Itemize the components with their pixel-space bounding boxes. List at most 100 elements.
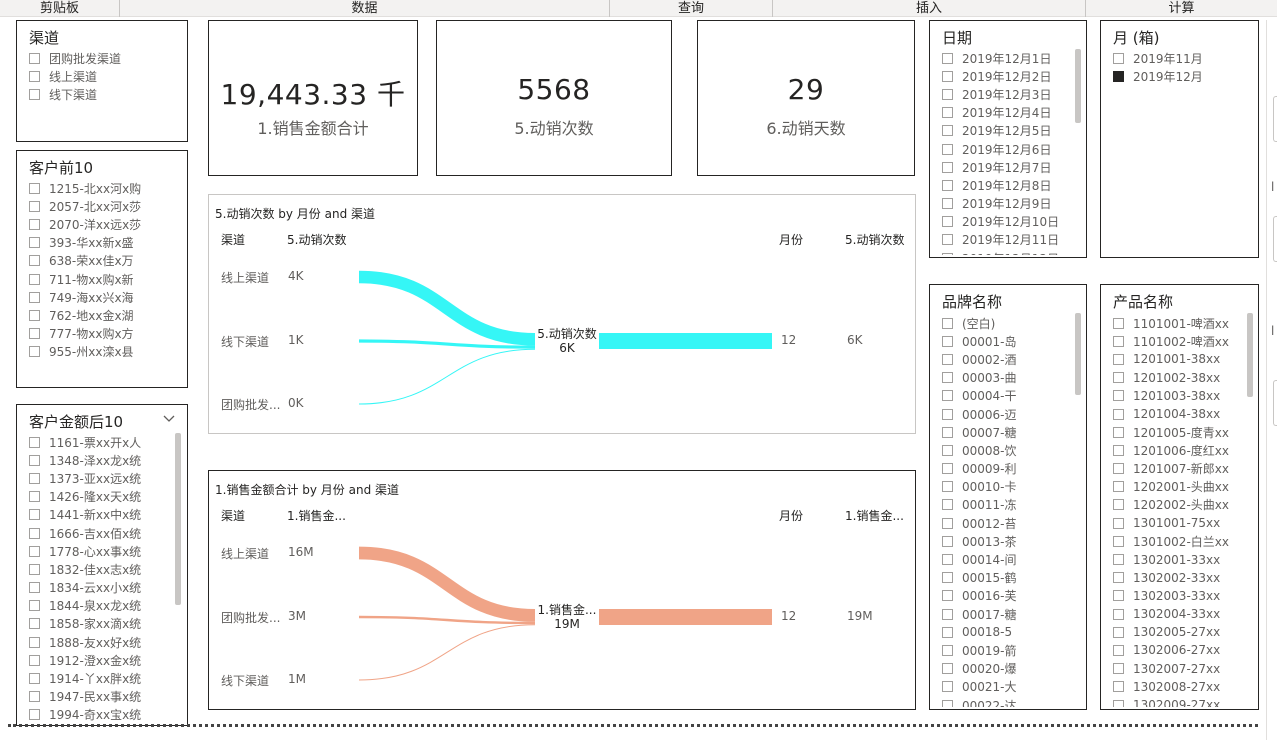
slicer-item[interactable]: 00002-酒 [942, 350, 1072, 368]
ribbon-group-insert[interactable]: 插入 [773, 0, 1086, 17]
slicer-item[interactable]: 00007-糖 [942, 423, 1072, 441]
checkbox[interactable] [29, 200, 40, 212]
slicer-item[interactable]: 00021-大 [942, 678, 1072, 696]
slicer-item[interactable]: 749-海xx兴x海 [29, 288, 173, 306]
checkbox[interactable] [29, 545, 40, 557]
scrollbar[interactable] [175, 433, 181, 605]
edge-tab[interactable] [1273, 380, 1277, 426]
checkbox[interactable] [942, 426, 953, 438]
slicer-item[interactable]: 1348-泽xx龙x统 [29, 451, 173, 469]
checkbox[interactable] [942, 390, 953, 402]
slicer-item[interactable]: 00009-利 [942, 460, 1072, 478]
slicer-item[interactable]: 1201001-38xx [1113, 350, 1244, 368]
slicer-item[interactable]: 1426-隆xx天x统 [29, 488, 173, 506]
slicer-item[interactable]: 1101002-啤酒xx [1113, 332, 1244, 350]
slicer-item[interactable]: 1201005-度青xx [1113, 423, 1244, 441]
checkbox[interactable] [1113, 372, 1124, 384]
checkbox[interactable] [1113, 335, 1124, 347]
sankey-link[interactable] [358, 270, 536, 346]
slicer-item[interactable]: 1302004-33xx [1113, 605, 1244, 623]
slicer-item[interactable]: 00015-鹤 [942, 569, 1072, 587]
checkbox[interactable] [29, 309, 40, 321]
checkbox[interactable] [942, 216, 953, 228]
slicer-item[interactable]: 1101001-啤酒xx [1113, 314, 1244, 332]
ribbon-group-clipboard[interactable]: 剪贴板 [0, 0, 120, 17]
checkbox[interactable] [942, 125, 953, 137]
checkbox[interactable] [1113, 463, 1124, 475]
slicer-item[interactable]: 2019年11月 [1113, 49, 1244, 67]
checkbox[interactable] [942, 572, 953, 584]
checkbox[interactable] [29, 52, 40, 64]
checkbox[interactable] [942, 372, 953, 384]
slicer-item[interactable]: 762-地xx金x湖 [29, 306, 173, 324]
slicer-item[interactable]: 00010-卡 [942, 478, 1072, 496]
sankey-target-bar[interactable] [599, 609, 772, 625]
checkbox[interactable] [942, 88, 953, 100]
checkbox[interactable] [1113, 317, 1124, 329]
checkbox[interactable] [29, 436, 40, 448]
slicer-item[interactable]: 00013-茶 [942, 532, 1072, 550]
checkbox[interactable] [1113, 535, 1124, 547]
scrollbar[interactable] [1075, 313, 1081, 395]
checkbox[interactable] [942, 590, 953, 602]
slicer-item[interactable]: 1302007-27xx [1113, 660, 1244, 678]
slicer-item[interactable]: 1844-泉xx龙x统 [29, 597, 173, 615]
checkbox[interactable] [29, 509, 40, 521]
slicer-item[interactable]: 1302002-33xx [1113, 569, 1244, 587]
checkbox[interactable] [29, 291, 40, 303]
checkbox[interactable] [1113, 52, 1124, 64]
checkbox[interactable] [942, 107, 953, 119]
ribbon-group-calc[interactable]: 计算 [1086, 0, 1277, 17]
slicer-item[interactable]: 1161-票xx开x人 [29, 433, 173, 451]
checkbox[interactable] [29, 70, 40, 82]
slicer-item[interactable]: 1778-心xx事x统 [29, 542, 173, 560]
slicer-item[interactable]: 2019年12月8日 [942, 176, 1072, 194]
checkbox[interactable] [29, 618, 40, 630]
ribbon-group-query[interactable]: 查询 [610, 0, 773, 17]
slicer-item[interactable]: 团购批发渠道 [29, 49, 173, 67]
checkbox[interactable] [1113, 699, 1124, 707]
slicer-item[interactable]: 1832-佳xx志x统 [29, 560, 173, 578]
slicer-item[interactable]: 1302005-27xx [1113, 623, 1244, 641]
slicer-item[interactable]: 1302009-27xx [1113, 696, 1244, 707]
slicer-item[interactable]: 1201002-38xx [1113, 369, 1244, 387]
checkbox[interactable] [942, 481, 953, 493]
checkbox[interactable] [942, 535, 953, 547]
checkbox[interactable] [1113, 517, 1124, 529]
slicer-item[interactable]: 638-荣xx佳x万 [29, 252, 173, 270]
checkbox[interactable] [942, 252, 953, 255]
checkbox[interactable] [1113, 608, 1124, 620]
slicer-item[interactable]: 2019年12月10日 [942, 213, 1072, 231]
slicer-item[interactable]: 777-物xx购x方 [29, 325, 173, 343]
slicer-item[interactable]: 2019年12月2日 [942, 67, 1072, 85]
checkbox[interactable] [1113, 681, 1124, 693]
checkbox[interactable] [1113, 663, 1124, 675]
slicer-item[interactable]: 1215-北xx河x购 [29, 179, 173, 197]
slicer-item[interactable]: 1666-吉xx佰x统 [29, 524, 173, 542]
checkbox[interactable] [942, 644, 953, 656]
checkbox[interactable] [942, 353, 953, 365]
checkbox[interactable] [942, 234, 953, 246]
slicer-item[interactable]: 1301001-75xx [1113, 514, 1244, 532]
checkbox[interactable] [942, 499, 953, 511]
checkbox[interactable] [942, 554, 953, 566]
slicer-item[interactable]: 1201003-38xx [1113, 387, 1244, 405]
checkbox[interactable] [942, 179, 953, 191]
checkbox[interactable] [1113, 626, 1124, 638]
checkbox[interactable] [29, 328, 40, 340]
slicer-item[interactable]: 1201006-度红xx [1113, 441, 1244, 459]
checkbox[interactable] [1113, 481, 1124, 493]
checkbox[interactable] [29, 346, 40, 358]
slicer-item[interactable]: 1441-新xx中x统 [29, 506, 173, 524]
checkbox[interactable] [942, 463, 953, 475]
checkbox[interactable] [942, 626, 953, 638]
checkbox[interactable] [29, 600, 40, 612]
checkbox[interactable] [29, 582, 40, 594]
slicer-item[interactable]: 00006-迈 [942, 405, 1072, 423]
slicer-item[interactable]: 2019年12月1日 [942, 49, 1072, 67]
slicer-item[interactable]: 线上渠道 [29, 67, 173, 85]
slicer-item[interactable]: 1302008-27xx [1113, 678, 1244, 696]
slicer-item[interactable]: 1888-友xx好x统 [29, 633, 173, 651]
checkbox[interactable] [29, 709, 40, 721]
checkbox[interactable] [942, 198, 953, 210]
